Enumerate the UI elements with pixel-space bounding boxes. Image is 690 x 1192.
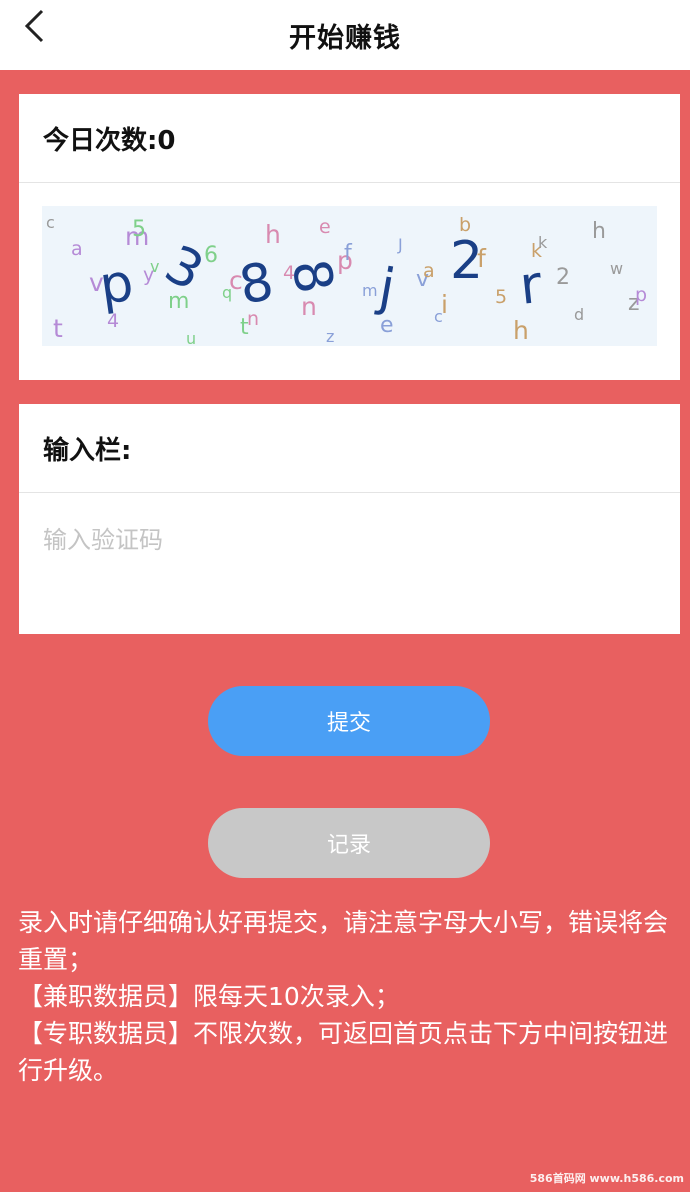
captcha-noise-char: u xyxy=(186,329,196,346)
captcha-noise-char: a xyxy=(423,260,435,282)
record-button[interactable]: 记录 xyxy=(208,808,490,878)
captcha-noise-char: d xyxy=(574,305,584,324)
instruction-notice: 录入时请仔细确认好再提交，请注意字母大小写，错误将会重置； 【兼职数据员】限每天… xyxy=(18,904,673,1089)
captcha-noise-char: 2 xyxy=(556,265,570,290)
today-count-label: 今日次数:0 xyxy=(19,94,680,183)
captcha-noise-char: f xyxy=(344,241,353,266)
top-nav-bar: 开始赚钱 xyxy=(0,0,690,70)
captcha-noise-char: e xyxy=(319,216,331,238)
captcha-noise-char: h xyxy=(513,316,529,345)
captcha-noise-char: 5 xyxy=(132,217,146,242)
captcha-noise-char: i xyxy=(441,290,448,319)
captcha-noise-char: n xyxy=(301,292,317,321)
notice-line-2: 【兼职数据员】限每天10次录入； xyxy=(18,982,400,1011)
captcha-code-char: 8 xyxy=(235,252,278,317)
notice-line-1: 录入时请仔细确认好再提交，请注意字母大小写，错误将会重置； xyxy=(18,908,669,974)
back-button[interactable] xyxy=(14,4,54,48)
captcha-noise-char: a xyxy=(71,238,83,260)
captcha-noise-char: k xyxy=(538,233,548,252)
captcha-noise-char: v xyxy=(150,257,159,276)
captcha-code-char: r xyxy=(517,255,545,317)
captcha-noise-char: J xyxy=(397,235,403,254)
input-card: 输入栏: xyxy=(19,404,680,634)
captcha-noise-char: 5 xyxy=(495,286,507,308)
captcha-noise-char: w xyxy=(610,259,623,278)
captcha-noise-char: m xyxy=(362,281,378,300)
captcha-noise-char: c xyxy=(46,213,55,232)
captcha-code-char: p xyxy=(96,253,137,317)
captcha-noise-char: t xyxy=(53,314,63,343)
captcha-code-char: 3 xyxy=(155,234,212,303)
page-title: 开始赚钱 xyxy=(289,22,401,54)
notice-line-3: 【专职数据员】不限次数，可返回首页点击下方中间按钮进行升级。 xyxy=(18,1019,669,1085)
captcha-input[interactable] xyxy=(43,510,653,570)
captcha-noise-char: p xyxy=(635,284,647,306)
captcha-image[interactable]: cytpckzmqevhw46nJ5hvu4efdamhmb2tvnfikp5c… xyxy=(42,206,657,346)
captcha-noise-char: z xyxy=(326,327,334,346)
captcha-code-char: 2 xyxy=(450,231,483,291)
input-section-label: 输入栏: xyxy=(19,404,680,493)
site-watermark: 586首码网 www.h586.com xyxy=(529,1172,684,1185)
captcha-graphic: cytpckzmqevhw46nJ5hvu4efdamhmb2tvnfikp5c… xyxy=(46,213,647,346)
submit-button[interactable]: 提交 xyxy=(208,686,490,756)
captcha-noise-char: h xyxy=(592,219,606,244)
chevron-left-icon xyxy=(24,9,44,43)
captcha-noise-char: h xyxy=(265,220,281,249)
count-card: 今日次数:0 cytpckzmqevhw46nJ5hvu4efdamhmb2tv… xyxy=(19,94,680,380)
